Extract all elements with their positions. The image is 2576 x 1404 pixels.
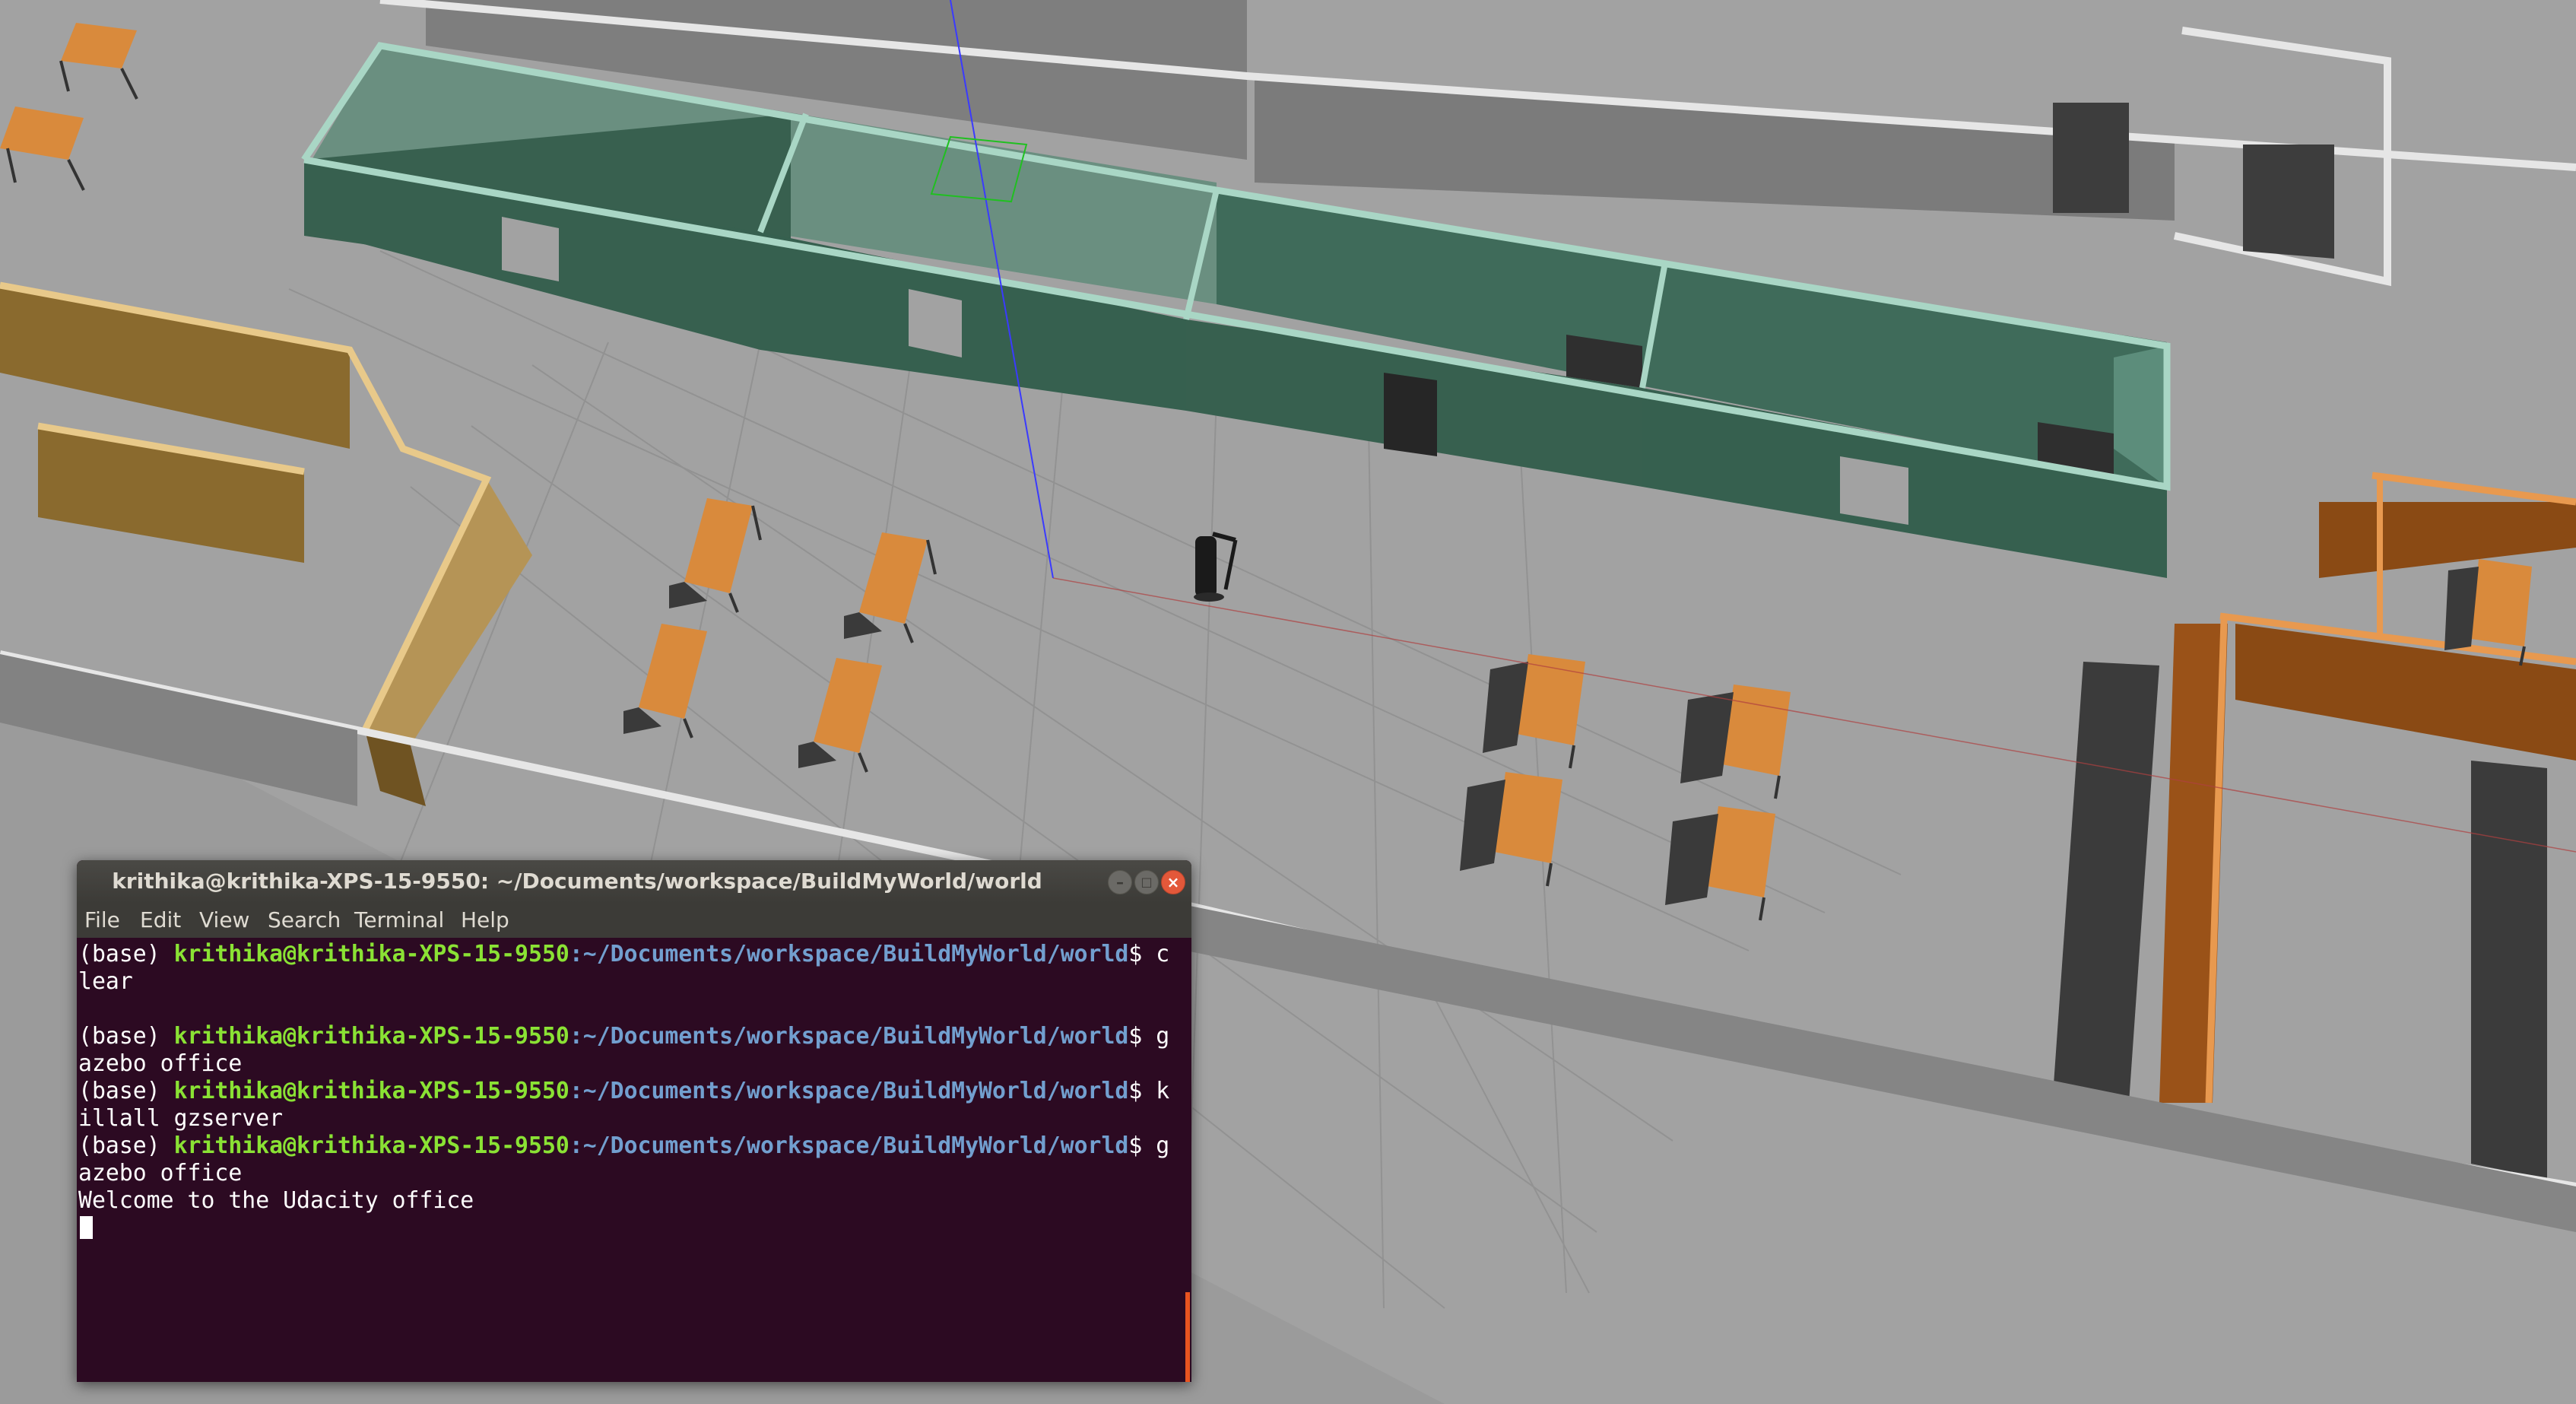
terminal-line: azebo office	[78, 1050, 243, 1077]
terminal-line: azebo office	[78, 1160, 243, 1186]
minimize-button[interactable]: –	[1108, 870, 1132, 894]
teal-door-light-2	[909, 289, 962, 357]
terminal-line: (base) krithika@krithika-XPS-15-9550:~/D…	[78, 941, 1170, 967]
menu-file[interactable]: File	[84, 903, 120, 938]
terminal-output-area[interactable]: (base) krithika@krithika-XPS-15-9550:~/D…	[78, 938, 1184, 1382]
menu-help[interactable]: Help	[461, 903, 509, 938]
terminal-line: (base) krithika@krithika-XPS-15-9550:~/D…	[78, 1078, 1170, 1104]
terminal-line: illall gzserver	[78, 1105, 284, 1132]
menu-edit[interactable]: Edit	[140, 903, 181, 938]
teal-door-light-3	[1840, 456, 1908, 525]
menu-search[interactable]: Search	[268, 903, 341, 938]
right-room-dark-wall	[2053, 103, 2129, 213]
terminal-cursor	[80, 1216, 93, 1239]
terminal-scrollbar[interactable]	[1184, 938, 1191, 1382]
minimize-icon: –	[1116, 873, 1124, 891]
terminal-title: krithika@krithika-XPS-15-9550: ~/Documen…	[112, 869, 1042, 894]
terminal-menubar: File Edit View Search Terminal Help	[77, 903, 1191, 938]
maximize-button[interactable]: □	[1134, 870, 1159, 894]
terminal-line: lear	[78, 968, 133, 995]
close-button[interactable]: ×	[1161, 870, 1185, 894]
terminal-output-text: Welcome to the Udacity office	[78, 1187, 474, 1214]
close-icon: ×	[1166, 873, 1180, 891]
right-room-dark-wall-2	[2243, 145, 2334, 259]
teal-door-dark-1	[1384, 373, 1437, 456]
terminal-line: (base) krithika@krithika-XPS-15-9550:~/D…	[78, 1132, 1170, 1159]
teal-door-light-1	[502, 217, 559, 281]
terminal-titlebar[interactable]: krithika@krithika-XPS-15-9550: ~/Documen…	[77, 860, 1191, 903]
right-dark-corridor-2	[2471, 761, 2547, 1179]
menu-terminal[interactable]: Terminal	[354, 903, 444, 938]
maximize-icon: □	[1140, 875, 1153, 889]
terminal-window[interactable]: krithika@krithika-XPS-15-9550: ~/Documen…	[77, 860, 1191, 1382]
scrollbar-thumb[interactable]	[1185, 1292, 1190, 1382]
menu-view[interactable]: View	[199, 903, 249, 938]
terminal-line: (base) krithika@krithika-XPS-15-9550:~/D…	[78, 1023, 1170, 1050]
